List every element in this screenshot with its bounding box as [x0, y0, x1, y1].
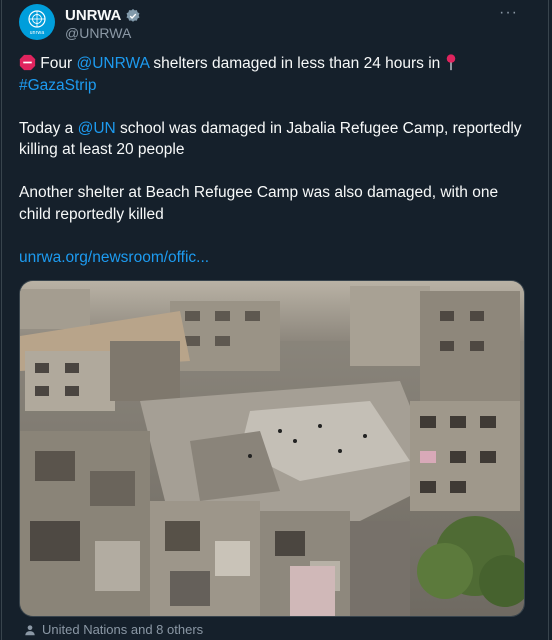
avatar[interactable]: unrwa	[19, 4, 55, 40]
account-handle[interactable]: @UNRWA	[65, 25, 131, 41]
mention-unrwa-link[interactable]: @UNRWA	[76, 55, 149, 72]
aerial-destruction-photo	[20, 281, 524, 616]
round-pushpin-icon	[446, 54, 455, 71]
tweet-card[interactable]: unrwa UNRWA @UNRWA ··· Four @UNRWA shelt…	[1, 0, 549, 640]
tagged-people-label: United Nations and 8 others	[42, 622, 204, 637]
tweet-photo[interactable]	[19, 280, 525, 617]
text-segment: Four	[36, 55, 77, 72]
hashtag-gazastrip-link[interactable]: #GazaStrip	[19, 77, 97, 94]
un-emblem-icon	[28, 9, 46, 28]
display-name[interactable]: UNRWA	[65, 7, 121, 24]
person-icon	[25, 624, 35, 635]
stop-sign-icon	[19, 54, 36, 71]
logo-text: unrwa	[29, 29, 45, 36]
text-segment: shelters damaged in less than 24 hours i…	[149, 55, 445, 72]
newsroom-url-link[interactable]: unrwa.org/newsroom/offic...	[19, 249, 209, 266]
mention-un-link[interactable]: @UN	[78, 120, 116, 137]
tagged-people[interactable]: United Nations and 8 others	[23, 622, 203, 637]
text-segment: Another shelter at Beach Refugee Camp wa…	[19, 184, 499, 223]
tweet-text: Four @UNRWA shelters damaged in less tha…	[19, 53, 529, 268]
verified-badge-icon	[126, 8, 140, 22]
more-options-button[interactable]: ···	[499, 4, 518, 22]
text-segment: Today a	[19, 119, 78, 137]
